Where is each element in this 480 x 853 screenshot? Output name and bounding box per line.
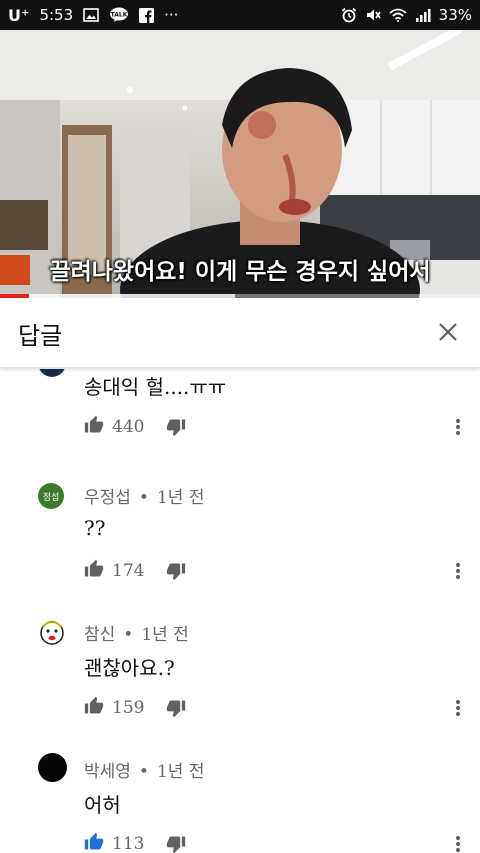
comment-author[interactable]: 박세영: [84, 762, 131, 782]
more-options-button[interactable]: [448, 557, 468, 585]
thumb-down-icon: [167, 563, 186, 581]
comment-body: ??: [84, 516, 106, 540]
dislike-button[interactable]: [166, 698, 186, 718]
thumb-up-icon: [84, 696, 104, 714]
more-options-button[interactable]: [448, 413, 468, 441]
separator-dot: •: [138, 488, 149, 508]
mention-author[interactable]: 송대익: [84, 375, 139, 399]
face-avatar-icon: [40, 620, 64, 645]
clock: 5:53: [39, 6, 74, 24]
video-caption: 끌려나왔어요! 이게 무슨 경우지 싶어서: [49, 259, 431, 285]
thumb-up-icon: [84, 559, 104, 577]
signal-icon: [415, 8, 431, 22]
thumb-up-icon: [84, 832, 104, 850]
like-count: 113: [112, 834, 145, 853]
dislike-button[interactable]: [166, 834, 186, 853]
status-bar: U⁺ 5:53 TALK ··· 33%: [0, 0, 480, 30]
comment-author[interactable]: 우정섭: [84, 488, 131, 508]
comment-actions: 159: [84, 694, 186, 722]
comment-meta: 참신 • 1년 전: [84, 620, 189, 645]
like-button[interactable]: [84, 559, 104, 583]
svg-text:TALK: TALK: [111, 12, 128, 19]
separator-dot: •: [138, 762, 149, 782]
comment-time: 1년 전: [141, 625, 189, 645]
like-count: 440: [112, 417, 145, 437]
replies-header: 답글: [0, 298, 480, 368]
talk-icon: TALK: [109, 7, 129, 23]
like-button[interactable]: [84, 696, 104, 720]
dislike-button[interactable]: [166, 561, 186, 581]
comment-body: 어허: [84, 793, 121, 817]
thumb-down-icon: [167, 700, 186, 718]
dislike-button[interactable]: [166, 417, 186, 437]
video-player[interactable]: 끌려나왔어요! 이게 무슨 경우지 싶어서: [0, 30, 480, 298]
like-button[interactable]: [84, 415, 104, 439]
replies-title: 답글: [18, 322, 63, 350]
more-vert-icon: [456, 836, 460, 852]
more-vert-icon: [456, 700, 460, 716]
comment-meta: 우정섭 • 1년 전: [84, 483, 204, 508]
gallery-icon: [83, 8, 99, 22]
more-vert-icon: [456, 419, 460, 435]
like-button-active[interactable]: [84, 832, 104, 853]
comment-actions: 440: [84, 413, 186, 441]
avatar-label: 정섭: [42, 492, 60, 503]
comment-body: 괜찮아요.?: [84, 656, 175, 680]
comment-body: 헐....ㅠㅠ: [145, 375, 227, 399]
comment-time: 1년 전: [156, 488, 205, 508]
avatar[interactable]: 정섭: [38, 483, 64, 509]
avatar[interactable]: [38, 369, 66, 377]
thumb-down-icon: [167, 836, 186, 853]
thumb-up-icon: [84, 415, 104, 433]
like-count: 174: [112, 561, 145, 581]
battery-level: 33%: [438, 6, 472, 24]
mute-icon: [365, 7, 381, 23]
comment-actions: 113: [84, 830, 186, 853]
comment-author[interactable]: 참신: [84, 625, 115, 645]
comment-meta: 박세영 • 1년 전: [84, 757, 204, 782]
thumb-down-icon: [167, 419, 186, 437]
carrier-label: U⁺: [8, 5, 30, 25]
close-icon: [439, 323, 457, 341]
comment-text: 송대익 헐....ㅠㅠ: [84, 371, 226, 400]
close-button[interactable]: [430, 314, 466, 350]
more-options-button[interactable]: [448, 830, 468, 853]
alarm-icon: [341, 7, 357, 23]
wifi-icon: [389, 8, 407, 22]
more-options-button[interactable]: [448, 694, 468, 722]
more-vert-icon: [456, 563, 460, 579]
comment-list[interactable]: 송대익 헐....ㅠㅠ 440 정섭 우정섭 • 1년 전 ?? 174 참신 …: [0, 369, 480, 853]
comment-actions: 174: [84, 557, 186, 585]
separator-dot: •: [123, 625, 134, 645]
like-count: 159: [112, 698, 145, 718]
avatar[interactable]: [38, 753, 67, 782]
facebook-icon: [139, 7, 155, 23]
avatar[interactable]: [38, 618, 66, 646]
more-notifications: ···: [164, 6, 179, 24]
comment-time: 1년 전: [156, 762, 205, 782]
